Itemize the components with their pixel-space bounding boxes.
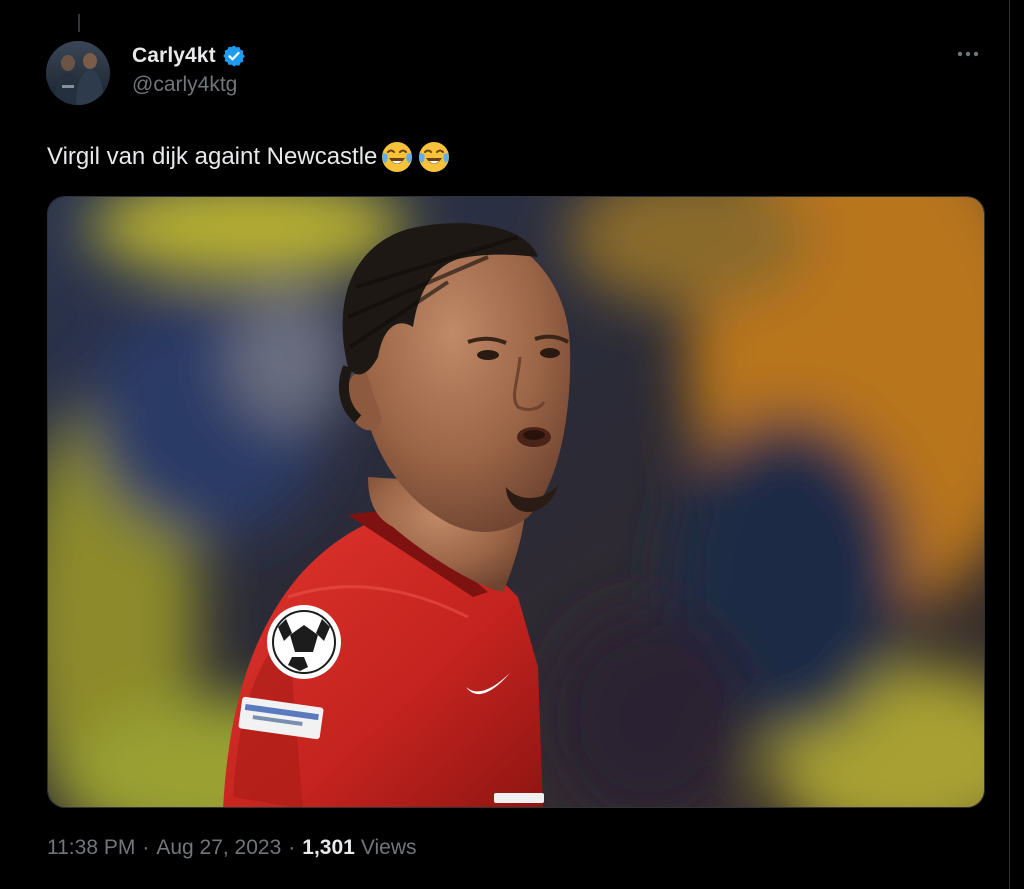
tweet-time[interactable]: 11:38 PM — [47, 836, 135, 860]
user-handle[interactable]: @carly4ktg — [132, 73, 246, 97]
photo-footballer-red-kit — [48, 197, 984, 807]
views-label[interactable]: Views — [361, 836, 417, 860]
tweet-date[interactable]: Aug 27, 2023 — [156, 836, 281, 860]
tweet-author[interactable]: Carly4kt @carly4ktg — [132, 41, 246, 97]
tears-of-joy-emoji-icon — [417, 140, 451, 174]
views-count[interactable]: 1,301 — [302, 836, 355, 860]
avatar[interactable] — [46, 41, 110, 105]
verified-badge-icon[interactable] — [222, 44, 246, 68]
tweet-photo[interactable] — [47, 196, 985, 808]
tweet-body: Virgil van dijk againt Newcastle — [47, 143, 378, 170]
tweet-meta: 11:38 PM · Aug 27, 2023 · 1,301 Views — [47, 836, 416, 860]
timeline-border — [1009, 0, 1010, 889]
profile-photo-icon — [46, 41, 110, 105]
tears-of-joy-emoji-icon — [380, 140, 414, 174]
display-name[interactable]: Carly4kt — [132, 44, 216, 68]
more-options-icon[interactable] — [952, 40, 984, 68]
meta-separator: · — [142, 836, 150, 859]
meta-separator: · — [288, 836, 296, 859]
tweet-text: Virgil van dijk againt Newcastle — [47, 140, 451, 174]
thread-connector-line — [78, 14, 80, 32]
